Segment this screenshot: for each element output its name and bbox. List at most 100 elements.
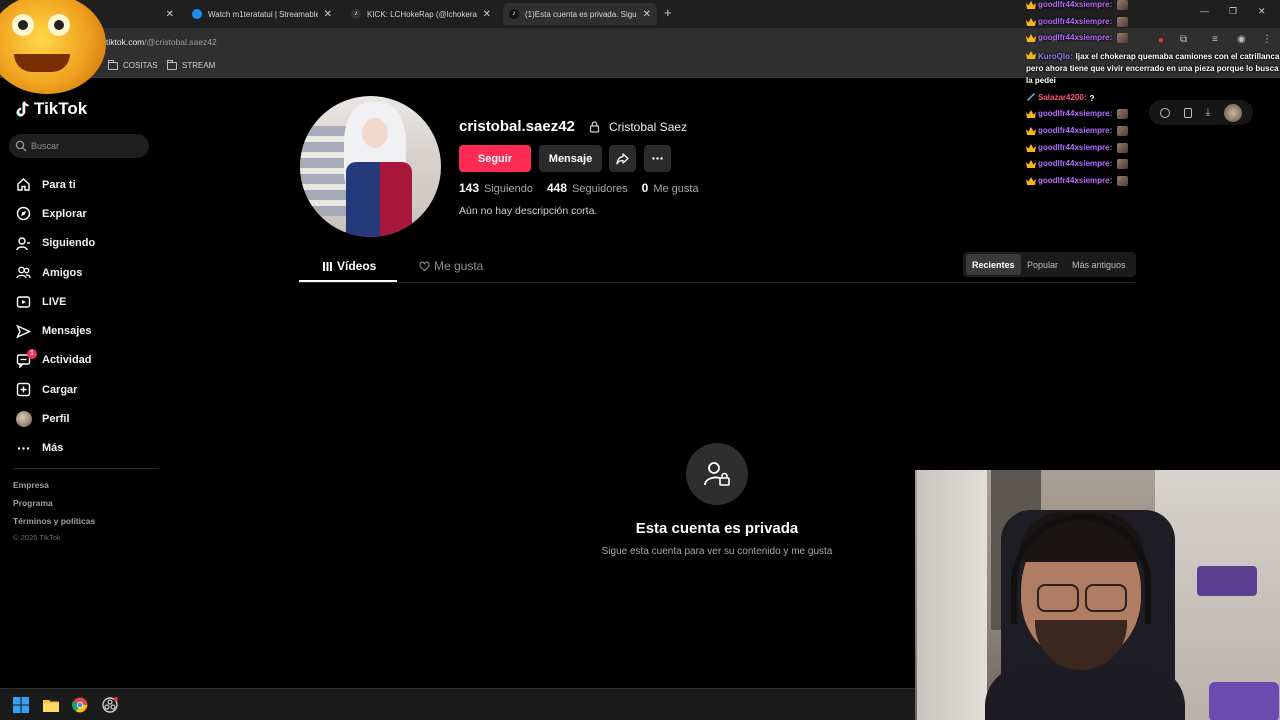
folder-icon [167, 59, 177, 70]
tiktok-favicon-icon: ♪ [509, 9, 519, 19]
share-icon [616, 153, 629, 165]
search-input[interactable] [31, 141, 141, 151]
follow-button[interactable]: Seguir [459, 145, 531, 172]
avatar [15, 411, 32, 428]
crown-icon [1026, 110, 1036, 119]
chat-message: goodlfr44xsiempre: [1026, 175, 1280, 193]
sidebar-item-perfil[interactable]: Perfil [15, 404, 160, 433]
heart-lock-icon [419, 261, 430, 271]
user-lock-icon [704, 462, 730, 486]
avatar[interactable] [1224, 103, 1243, 122]
message-button[interactable]: Mensaje [539, 145, 602, 172]
close-icon[interactable]: ✕ [166, 9, 174, 20]
sort-oldest-button[interactable]: Más antiguos [1066, 254, 1132, 275]
tiktok-logo[interactable]: TikTok [16, 99, 87, 119]
sidebar-item-live[interactable]: LIVE [15, 287, 160, 316]
crown-icon [1026, 160, 1036, 169]
chrome-icon[interactable] [71, 696, 89, 714]
followers-label: Seguidores [572, 183, 628, 195]
crown-icon [1026, 1, 1036, 9]
emote-icon [1117, 109, 1129, 120]
bookmark-stream[interactable]: STREAM [167, 59, 215, 70]
browser-tab-partial[interactable]: ✕ [104, 3, 180, 25]
lock-icon [589, 121, 600, 133]
tab-label: Watch m1teratatui | Streamable [208, 9, 318, 19]
obs-icon[interactable] [101, 696, 119, 714]
sword-icon [1027, 92, 1035, 101]
emote-icon [1117, 175, 1129, 186]
private-account-subtitle: Sigue esta cuenta para ver su contenido … [601, 546, 833, 557]
sidebar-item-mas[interactable]: Más [15, 434, 160, 463]
sidebar-item-explorar[interactable]: Explorar [15, 199, 160, 228]
emote-icon [1117, 16, 1129, 27]
bookmark-cositas[interactable]: COSITAS [108, 59, 158, 70]
crown-icon [1026, 50, 1036, 59]
profile-stats: 143 Siguiendo 448 Seguidores 0 Me gusta [459, 181, 713, 195]
footer-links: Empresa Programa Términos y políticas [13, 480, 95, 534]
close-icon[interactable]: ✕ [643, 9, 651, 20]
footer-link-programa[interactable]: Programa [13, 498, 95, 516]
private-account-icon [686, 443, 748, 505]
profile-nickname: Cristobal Saez [609, 120, 688, 134]
phone-icon[interactable] [1183, 107, 1192, 118]
compass-icon [15, 205, 32, 222]
tab-label: KICK: LCHokeRap (@lchokerap [367, 9, 477, 19]
share-button[interactable] [609, 145, 636, 172]
browser-tab-streamable[interactable]: Watch m1teratatui | Streamable ✕ [186, 3, 338, 25]
tiktok-favicon-icon: ♪ [351, 9, 361, 19]
emote-icon [1117, 142, 1129, 153]
windows-taskbar [0, 688, 915, 720]
sort-recent-button[interactable]: Recientes [966, 254, 1021, 275]
search-box[interactable] [9, 134, 149, 158]
more-icon [652, 157, 663, 160]
url-text[interactable]: tiktok.com/@cristobal.saez42 [106, 37, 217, 47]
following-icon [15, 235, 32, 252]
sidebar-item-actividad[interactable]: 1 Actividad [15, 346, 160, 375]
close-icon[interactable]: ✕ [483, 9, 491, 20]
following-count[interactable]: 143 [459, 181, 479, 195]
emote-icon [1117, 159, 1129, 170]
tab-label: (1)Esta cuenta es privada. Sigue [525, 9, 637, 19]
download-icon[interactable]: ⤓ [1206, 107, 1210, 118]
followers-count[interactable]: 448 [547, 181, 567, 195]
new-tab-icon[interactable]: + [664, 5, 672, 20]
crown-icon [1026, 176, 1036, 185]
sidebar-nav: Para ti Explorar Siguiendo Amigos LIVE M… [15, 170, 160, 463]
more-options-button[interactable] [644, 145, 671, 172]
chat-message: goodlfr44xsiempre: [1026, 159, 1280, 176]
chat-message: goodlfr44xsiempre: [1026, 33, 1280, 50]
upload-icon [15, 381, 32, 398]
home-icon [15, 176, 32, 193]
file-explorer-icon[interactable] [42, 696, 60, 714]
sort-popular-button[interactable]: Popular [1021, 254, 1064, 275]
sidebar-item-siguiendo[interactable]: Siguiendo [15, 229, 160, 258]
browser-tab-kick[interactable]: ♪ KICK: LCHokeRap (@lchokerap ✕ [345, 3, 497, 25]
close-icon[interactable]: ✕ [324, 9, 332, 20]
profile-avatar[interactable] [300, 96, 441, 237]
chat-message: goodlfr44xsiempre: [1026, 16, 1280, 34]
sidebar-divider [13, 468, 158, 469]
friends-icon [15, 264, 32, 281]
tab-divider [299, 282, 1135, 283]
sidebar-item-para-ti[interactable]: Para ti [15, 170, 160, 199]
sidebar-item-amigos[interactable]: Amigos [15, 258, 160, 287]
profile-bio: Aún no hay descripción corta. [459, 205, 598, 217]
likes-count: 0 [641, 181, 649, 195]
sidebar-item-mensajes[interactable]: Mensajes [15, 316, 160, 345]
footer-link-terminos[interactable]: Términos y políticas [13, 516, 95, 534]
crown-icon [1026, 126, 1036, 135]
tiktok-note-icon [16, 101, 29, 117]
tiktok-top-right-tools: ⤓ [1149, 100, 1253, 125]
streamable-favicon-icon [192, 9, 202, 19]
tab-videos[interactable]: Vídeos [322, 259, 376, 273]
following-label: Siguiendo [484, 183, 533, 195]
tab-likes[interactable]: Me gusta [419, 259, 483, 273]
crown-icon [1026, 143, 1036, 152]
browser-tab-tiktok-active[interactable]: ♪ (1)Esta cuenta es privada. Sigue ✕ [503, 3, 657, 25]
coins-icon[interactable] [1159, 107, 1170, 118]
footer-link-empresa[interactable]: Empresa [13, 480, 95, 498]
windows-start-icon[interactable] [12, 696, 30, 714]
crown-icon [1026, 34, 1036, 43]
likes-label: Me gusta [653, 183, 699, 195]
sidebar-item-cargar[interactable]: Cargar [15, 375, 160, 404]
